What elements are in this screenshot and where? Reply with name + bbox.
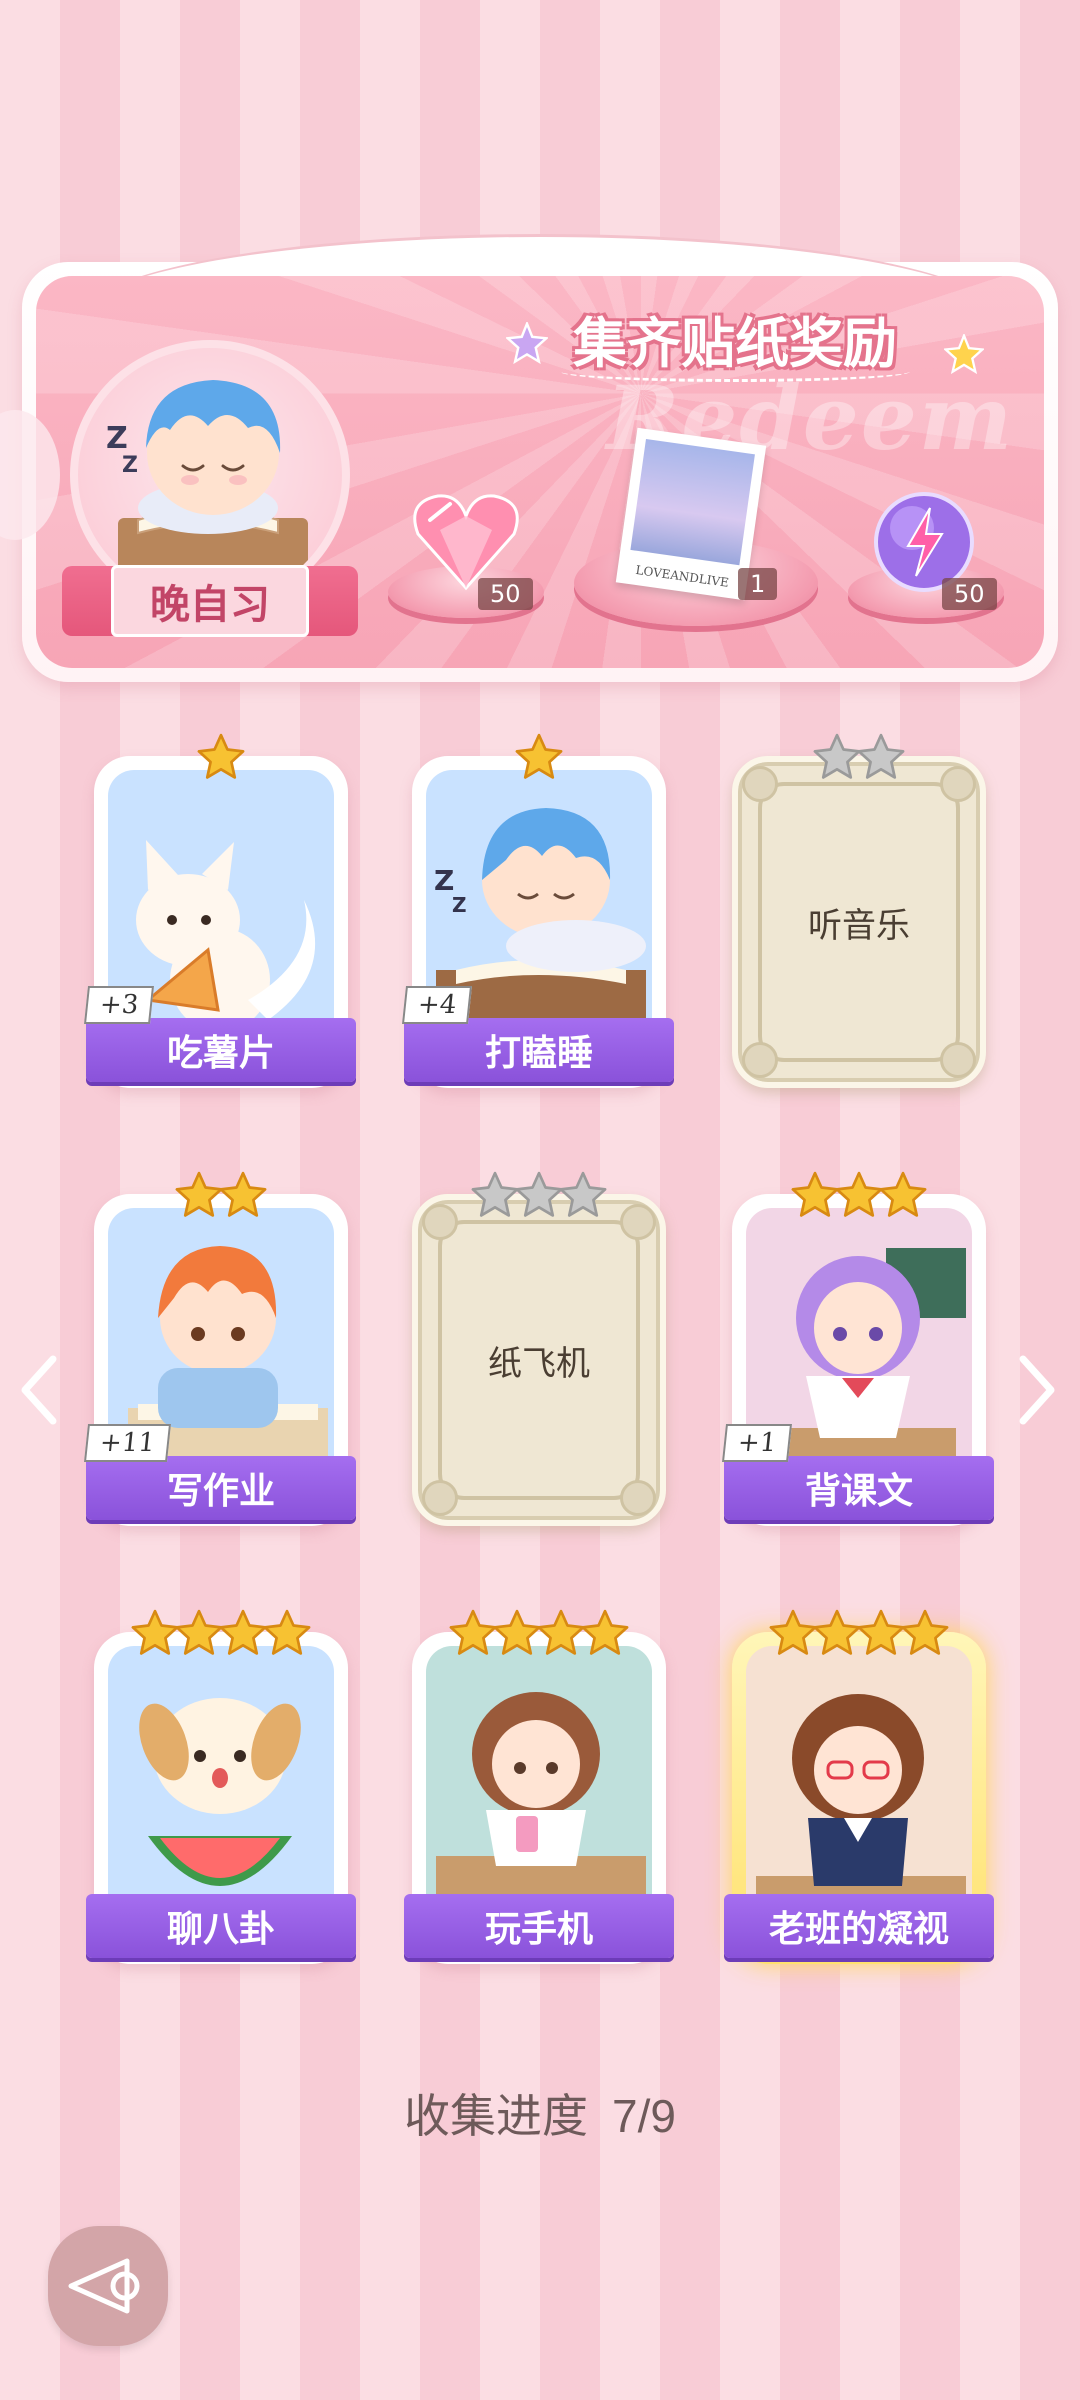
gold-star-icon (812, 1608, 862, 1658)
gold-star-icon (790, 1170, 840, 1220)
sticker-card[interactable]: 背课文 +1 (722, 1170, 994, 1526)
locked-sticker-name: 纸飞机 (438, 1220, 640, 1500)
sticker-rarity-stars (94, 732, 348, 786)
sticker-card-frame: 写作业 +11 (84, 1194, 356, 1526)
sticker-card[interactable]: 写作业 +11 (84, 1170, 356, 1526)
sticker-card-frame: 老班的凝视 (724, 1632, 994, 1964)
gold-star-icon (768, 1608, 818, 1658)
silver-star-icon (514, 1170, 564, 1220)
silver-star-icon (558, 1170, 608, 1220)
sticker-label: 聊八卦 (86, 1894, 356, 1958)
gold-star-icon (878, 1170, 928, 1220)
sticker-rarity-stars (732, 1608, 986, 1662)
sticker-card[interactable]: 听音乐 (732, 732, 986, 1088)
sticker-card-frame: Z Z 打瞌睡 +4 (402, 756, 674, 1088)
sticker-label: 写作业 (86, 1456, 356, 1520)
gold-star-icon (130, 1608, 180, 1658)
sticker-card[interactable]: Z Z 打瞌睡 +4 (402, 732, 674, 1088)
frame-corner-ornament (620, 1480, 656, 1516)
svg-text:Z: Z (452, 893, 467, 917)
sticker-card-frame: 吃薯片 +3 (84, 756, 356, 1088)
sticker-card-frame: 纸飞机 (412, 1194, 666, 1526)
sticker-label: 老班的凝视 (724, 1894, 994, 1958)
gold-star-icon (900, 1608, 950, 1658)
energy-orb-count: 50 (942, 578, 997, 610)
sticker-card-frame: 背课文 +1 (722, 1194, 994, 1526)
gold-star-icon (448, 1608, 498, 1658)
back-arrow-icon (68, 2258, 140, 2314)
sticker-card-frame: 玩手机 (404, 1632, 674, 1964)
photo-card-count: 1 (738, 568, 778, 600)
collection-progress-label: 收集进度 (404, 2089, 589, 2143)
sticker-rarity-stars (732, 1170, 986, 1224)
locked-sticker-name: 听音乐 (758, 782, 960, 1062)
svg-text:Z: Z (122, 453, 138, 478)
gold-star-icon (174, 1170, 224, 1220)
silver-star-icon (856, 732, 906, 782)
sticker-duplicate-count: +1 (722, 1424, 793, 1462)
frame-corner-ornament (422, 1480, 458, 1516)
gold-star-icon (856, 1608, 906, 1658)
collection-progress-value: 7/9 (612, 2090, 676, 2142)
sticker-rarity-stars (412, 1608, 666, 1662)
gold-star-icon (174, 1608, 224, 1658)
sticker-rarity-stars (94, 1608, 348, 1662)
sticker-card[interactable]: 纸飞机 (412, 1170, 666, 1526)
frame-corner-ornament (940, 1042, 976, 1078)
gold-star-icon (942, 332, 986, 382)
sticker-label: 吃薯片 (86, 1018, 356, 1082)
collect-reward-title: 集齐贴纸奖励 (520, 290, 950, 386)
sticker-card[interactable]: 聊八卦 (86, 1608, 356, 1964)
gold-star-icon (536, 1608, 586, 1658)
next-page-arrow[interactable] (1012, 1350, 1062, 1430)
heart-gem-count: 50 (478, 578, 533, 610)
sticker-rarity-stars (412, 1170, 666, 1224)
gold-star-icon (580, 1608, 630, 1658)
collection-progress: 收集进度 7/9 (0, 2080, 1080, 2146)
sticker-card-frame: 聊八卦 (86, 1632, 356, 1964)
sticker-card[interactable]: 老班的凝视 (724, 1608, 994, 1964)
prev-page-arrow[interactable] (14, 1350, 64, 1430)
gold-star-icon (218, 1170, 268, 1220)
gold-star-icon (834, 1170, 884, 1220)
gold-star-icon (196, 732, 246, 782)
sticker-rarity-stars (412, 732, 666, 786)
sticker-card[interactable]: 玩手机 (404, 1608, 674, 1964)
sticker-rarity-stars (94, 1170, 348, 1224)
sticker-duplicate-count: +11 (84, 1424, 171, 1462)
current-sticker-plaque: 晚自习 (62, 565, 358, 637)
current-sticker-name: 晚自习 (111, 565, 309, 637)
sticker-card-frame: 听音乐 (732, 756, 986, 1088)
sleepy-boy-illustration: Z Z (106, 380, 308, 578)
svg-text:Z: Z (106, 421, 128, 456)
sticker-card[interactable]: 吃薯片 +3 (84, 732, 356, 1088)
gold-star-icon (492, 1608, 542, 1658)
sticker-label: 背课文 (724, 1456, 994, 1520)
sticker-duplicate-count: +4 (402, 986, 473, 1024)
gold-star-icon (514, 732, 564, 782)
sticker-duplicate-count: +3 (84, 986, 155, 1024)
back-button[interactable] (48, 2226, 168, 2346)
gold-star-icon (218, 1608, 268, 1658)
silver-star-icon (812, 732, 862, 782)
frame-corner-ornament (742, 1042, 778, 1078)
silver-star-icon (470, 1170, 520, 1220)
sticker-label: 玩手机 (404, 1894, 674, 1958)
gold-star-icon (262, 1608, 312, 1658)
sticker-rarity-stars (732, 732, 986, 786)
sticker-label: 打瞌睡 (404, 1018, 674, 1082)
